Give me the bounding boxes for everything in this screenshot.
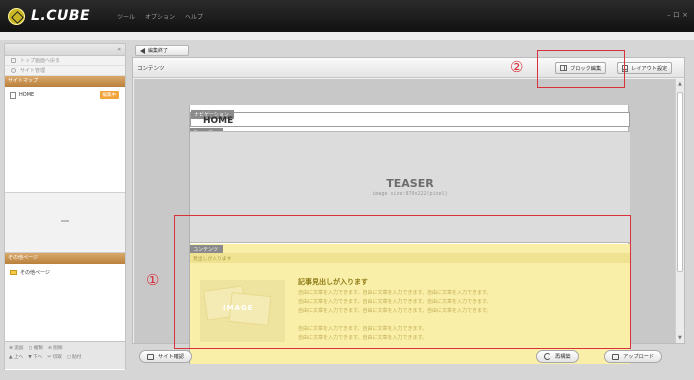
annotation-box-two: [537, 50, 625, 88]
folder-icon: [10, 269, 17, 275]
sitemap-tree: HOME 編集中: [5, 87, 125, 193]
duplicate-page-button[interactable]: ◻ 複製: [29, 345, 43, 351]
title-underbar: [0, 32, 694, 40]
vertical-scrollbar[interactable]: ▲ ▼: [675, 79, 684, 343]
bottom-bar: サイト確認 再構築 アップロード: [132, 350, 692, 364]
logo-icon: [8, 7, 25, 25]
editor-title: コンテンツ: [137, 66, 165, 72]
upload-icon: [612, 353, 619, 360]
menu-bar: ツール オプション ヘルプ: [117, 12, 203, 21]
sidebar-link-label: トップ画面へ戻る: [20, 57, 61, 64]
scroll-thumb[interactable]: [677, 92, 683, 272]
rebuild-button[interactable]: 再構築: [536, 350, 579, 363]
site-check-label: サイト確認: [158, 354, 184, 360]
upload-button[interactable]: アップロード: [604, 350, 663, 363]
home-icon: [11, 58, 16, 63]
menu-options[interactable]: オプション: [145, 12, 175, 21]
sidebar-link-site-admin[interactable]: サイト管理: [5, 66, 125, 76]
teaser-title: TEASER: [386, 177, 434, 190]
sitemap-item-home[interactable]: HOME 編集中: [5, 90, 125, 100]
layout-settings-label: レイアウト設定: [631, 65, 668, 72]
editing-badge: 編集中: [99, 91, 119, 99]
upload-label: アップロード: [623, 354, 655, 360]
monitor-icon: [147, 353, 154, 360]
end-edit-button[interactable]: 編集終了: [135, 45, 189, 56]
sidebar-splitter[interactable]: [5, 193, 125, 253]
delete-page-button[interactable]: ⊖ 削除: [48, 345, 63, 351]
paste-button[interactable]: ◻ 貼付: [67, 354, 81, 360]
menu-tools[interactable]: ツール: [117, 12, 135, 21]
add-page-button[interactable]: ⊕ 追加: [9, 345, 24, 351]
navigation-block[interactable]: ナビゲーション HOME: [190, 110, 630, 127]
arrow-left-icon: [140, 47, 145, 54]
gear-icon: [11, 68, 16, 73]
splitter-handle-icon: [61, 220, 69, 222]
sidebar-link-top[interactable]: トップ画面へ戻る: [5, 56, 125, 66]
other-page-label: その他ページ: [20, 269, 50, 276]
sidebar-header: «: [5, 44, 125, 56]
annotation-box-one: [174, 215, 631, 349]
app-logo: L.CUBE: [8, 7, 90, 25]
other-pages-header: その他ページ: [5, 253, 125, 264]
layout-settings-button[interactable]: レイアウト設定: [617, 62, 673, 74]
sidebar-link-label: サイト管理: [20, 67, 46, 74]
end-edit-label: 編集終了: [148, 48, 169, 54]
collapse-sidebar-button[interactable]: «: [117, 46, 121, 53]
sidebar: « トップ画面へ戻る サイト管理 サイトマップ HOME 編集中 その他ページ …: [4, 43, 126, 370]
scroll-up-icon[interactable]: ▲: [678, 81, 682, 87]
scroll-down-icon[interactable]: ▼: [678, 335, 682, 341]
sidebar-footer: ⊕ 追加 ◻ 複製 ⊖ 削除 ▲ 上へ ▼ 下へ ✂ 切取 ◻ 貼付: [5, 341, 125, 369]
window-controls[interactable]: – ロ ×: [667, 10, 688, 20]
other-page-item[interactable]: その他ページ: [5, 267, 125, 277]
menu-help[interactable]: ヘルプ: [185, 12, 203, 21]
move-down-button[interactable]: ▼ 下へ: [28, 354, 42, 360]
move-up-button[interactable]: ▲ 上へ: [9, 354, 23, 360]
sitemap-item-label: HOME: [19, 92, 35, 98]
page-icon: [10, 91, 16, 99]
sitemap-header: サイトマップ: [5, 76, 125, 87]
nav-home-label: HOME: [203, 116, 234, 126]
cut-button[interactable]: ✂ 切取: [47, 354, 62, 360]
annotation-number-two: ②: [510, 58, 524, 76]
rebuild-label: 再構築: [555, 354, 571, 360]
logo-text: L.CUBE: [31, 8, 91, 24]
teaser-size-note: image size:870x222(pixel): [372, 191, 448, 197]
site-check-button[interactable]: サイト確認: [139, 350, 192, 363]
refresh-icon: [544, 353, 551, 360]
title-bar: L.CUBE ツール オプション ヘルプ – ロ ×: [0, 0, 694, 32]
annotation-number-one: ①: [146, 271, 160, 289]
